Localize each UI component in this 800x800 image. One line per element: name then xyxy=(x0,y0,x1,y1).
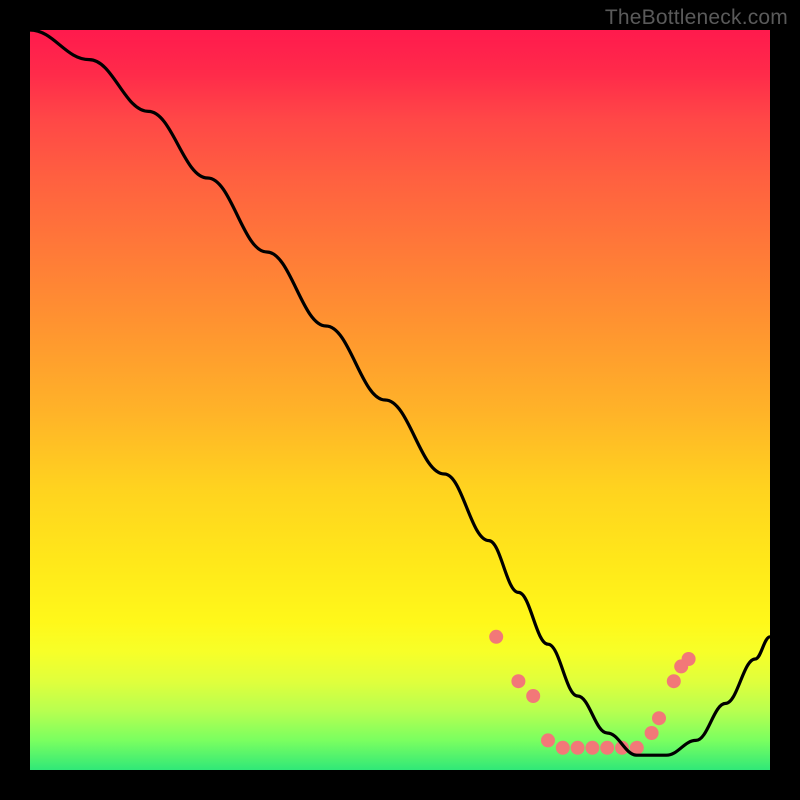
marker-dot xyxy=(667,674,681,688)
marker-group xyxy=(489,630,695,755)
marker-dot xyxy=(541,733,555,747)
marker-dot xyxy=(585,741,599,755)
plot-area xyxy=(30,30,770,770)
marker-dot xyxy=(600,741,614,755)
marker-dot xyxy=(556,741,570,755)
marker-dot xyxy=(652,711,666,725)
chart-svg xyxy=(30,30,770,770)
chart-container: TheBottleneck.com xyxy=(0,0,800,800)
series-curve xyxy=(30,30,770,755)
marker-dot xyxy=(526,689,540,703)
marker-dot xyxy=(682,652,696,666)
marker-dot xyxy=(511,674,525,688)
marker-dot xyxy=(489,630,503,644)
marker-dot xyxy=(571,741,585,755)
watermark-label: TheBottleneck.com xyxy=(605,6,788,30)
marker-dot xyxy=(645,726,659,740)
